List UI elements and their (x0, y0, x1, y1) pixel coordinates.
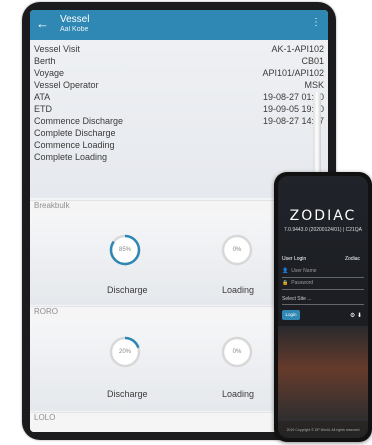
field-etd: ETD 19-09-05 19:30 (34, 104, 324, 114)
field-commence-loading: Commence Loading (34, 140, 115, 150)
company-select[interactable]: Zodiac (345, 256, 360, 262)
field-berth: Berth CB01 (34, 56, 324, 66)
page-title: Vessel (60, 14, 90, 25)
password-field[interactable]: 🔒 Password (282, 280, 364, 290)
roro-discharge-label: Discharge (107, 389, 148, 399)
more-vert-icon[interactable]: ⋮ (311, 17, 321, 28)
user-icon: 👤 (282, 268, 289, 274)
field-commence-discharge: Commence Discharge 19-08-27 14:07 (34, 116, 324, 126)
field-vessel-visit: Vessel Visit AK-1-API102 (34, 44, 324, 54)
zodiac-logo: ZODIAC (289, 208, 357, 224)
breakbulk-loading-percent: 0% (232, 247, 242, 253)
site-select[interactable]: Select Site ... (282, 296, 364, 305)
copyright-text: 2019 Copyright © DP World. All rights re… (286, 428, 360, 432)
field-vessel-operator: Vessel Operator MSK (34, 80, 324, 90)
phone-device: ZODIAC 7.0.9443.0 (20200124/01) | C21QA … (274, 172, 372, 442)
field-complete-loading: Complete Loading (34, 152, 108, 162)
roro-discharge-percent: 20% (118, 349, 131, 355)
settings-icons[interactable]: ⚙ ⬇ (350, 312, 362, 319)
field-complete-discharge: Complete Discharge (34, 128, 116, 138)
field-ata: ATA 19-08-27 01:00 (34, 92, 324, 102)
breakbulk-discharge-label: Discharge (107, 285, 148, 295)
app-bar: ← Vessel Aal Kobe ⋮ (30, 10, 328, 40)
port-background-image (278, 326, 368, 421)
phone-screen: ZODIAC 7.0.9443.0 (20200124/01) | C21QA … (278, 176, 368, 438)
lock-icon: 🔒 (282, 280, 289, 286)
login-button[interactable]: Login (282, 310, 300, 320)
vessel-name: Aal Kobe (60, 26, 89, 33)
back-arrow-icon[interactable]: ← (36, 16, 49, 31)
breakbulk-loading-label: Loading (222, 285, 255, 295)
username-field[interactable]: 👤 User Name (282, 268, 364, 278)
breakbulk-discharge-percent: 85% (118, 247, 131, 253)
roro-loading-percent: 0% (232, 349, 242, 355)
version-text: 7.0.9443.0 (20200124/01) | C21QA (283, 227, 363, 233)
field-voyage: Voyage API101/API102 (34, 68, 324, 78)
roro-loading-label: Loading (222, 389, 255, 399)
user-login-label: User Login (282, 256, 307, 262)
